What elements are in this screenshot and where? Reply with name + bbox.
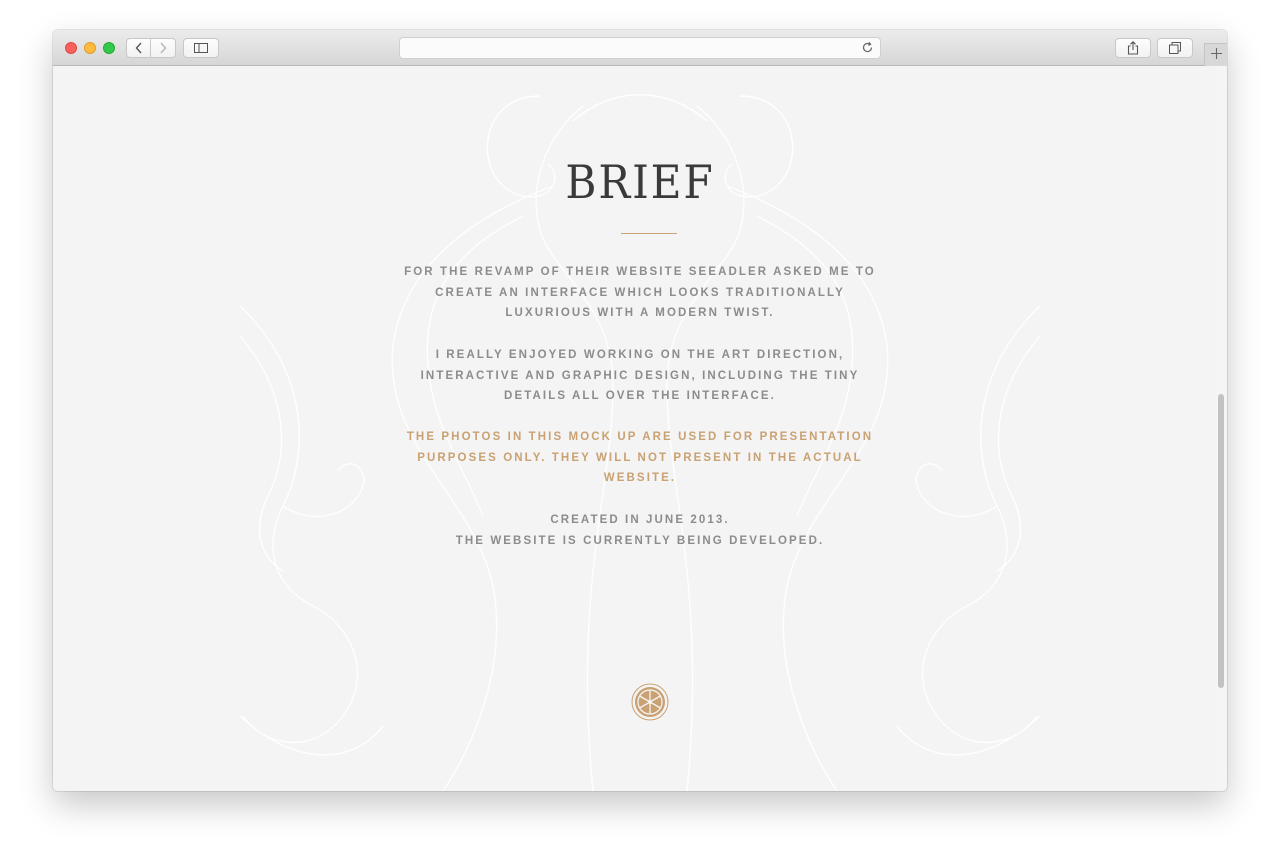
address-bar[interactable]	[399, 37, 881, 59]
title-divider	[621, 233, 677, 234]
share-icon	[1127, 41, 1139, 55]
created-date-text: CREATED IN JUNE 2013.	[550, 514, 730, 526]
status-text: THE WEBSITE IS CURRENTLY BEING DEVELOPED…	[455, 534, 825, 547]
page-content: BRIEF FOR THE REVAMP OF THEIR WEBSITE SE…	[53, 66, 1227, 791]
forward-button[interactable]	[151, 38, 176, 58]
page-title: BRIEF	[565, 155, 715, 209]
work-paragraph: I REALLY ENJOYED WORKING ON THE ART DIRE…	[420, 349, 860, 403]
plus-icon	[1210, 46, 1222, 64]
chevron-left-icon	[135, 42, 143, 54]
minimize-window-button[interactable]	[84, 42, 96, 54]
credits-paragraph: CREATED IN JUNE 2013. THE WEBSITE IS CUR…	[390, 510, 890, 551]
intro-paragraph: FOR THE REVAMP OF THEIR WEBSITE SEEADLER…	[404, 266, 876, 320]
chevron-right-icon	[159, 42, 167, 54]
reload-icon[interactable]	[861, 41, 874, 59]
browser-window: BRIEF FOR THE REVAMP OF THEIR WEBSITE SE…	[53, 30, 1227, 791]
new-tab-button[interactable]	[1204, 43, 1227, 66]
close-window-button[interactable]	[65, 42, 77, 54]
sidebar-icon	[194, 43, 208, 53]
sidebar-button[interactable]	[183, 38, 219, 58]
back-button[interactable]	[126, 38, 151, 58]
browser-toolbar	[53, 30, 1227, 66]
lemon-slice-icon[interactable]	[631, 683, 669, 726]
tabs-icon	[1169, 42, 1181, 54]
show-tabs-button[interactable]	[1157, 38, 1193, 58]
share-button[interactable]	[1115, 38, 1151, 58]
scrollbar-thumb[interactable]	[1218, 394, 1224, 688]
zoom-window-button[interactable]	[103, 42, 115, 54]
notice-paragraph: THE PHOTOS IN THIS MOCK UP ARE USED FOR …	[406, 431, 874, 485]
